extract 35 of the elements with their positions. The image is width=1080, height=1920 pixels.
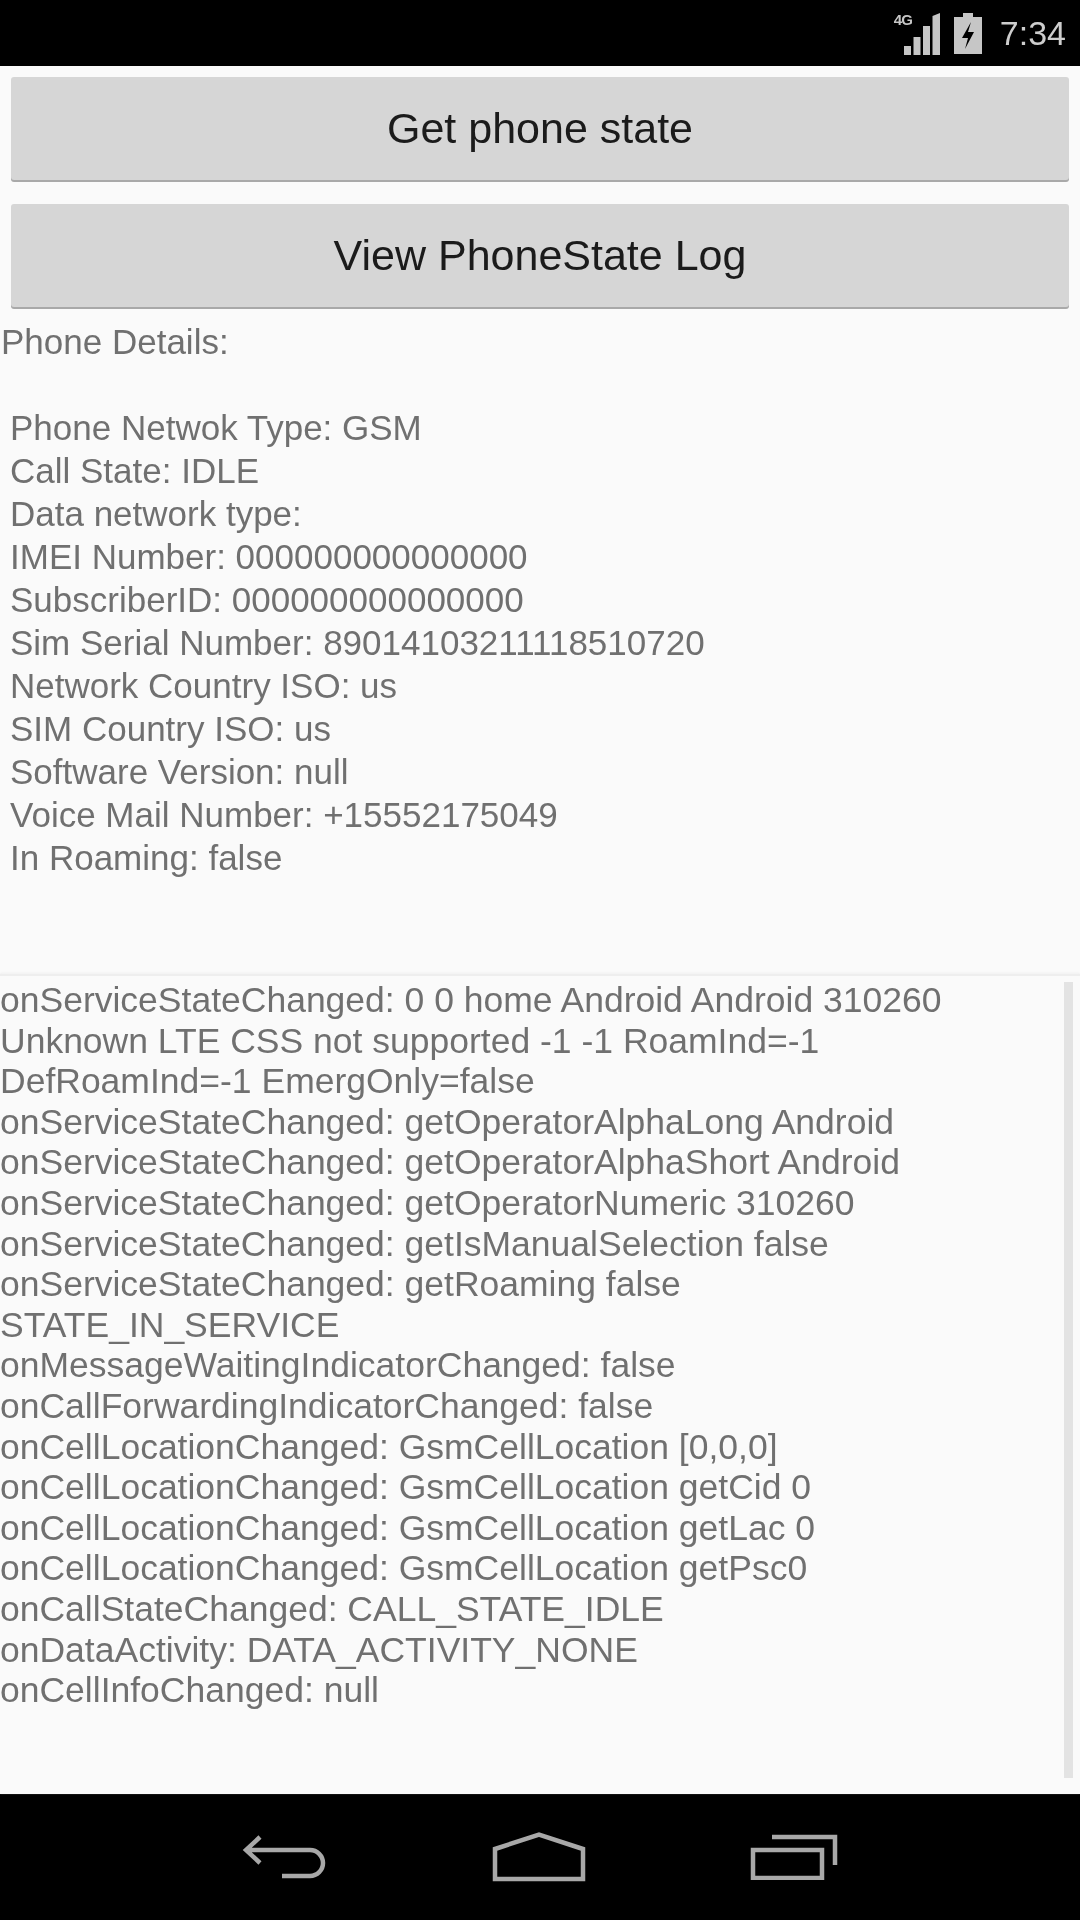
back-icon[interactable] — [242, 1834, 328, 1880]
home-icon[interactable] — [492, 1832, 586, 1882]
log-entry: STATE_IN_SERVICE — [0, 1304, 340, 1346]
detail-line: Network Country ISO: us — [9, 665, 398, 707]
detail-line: In Roaming: false — [9, 837, 283, 879]
detail-line: Call State: IDLE — [9, 450, 259, 492]
details-heading: Phone Details: — [0, 321, 229, 363]
log-entry: onCallStateChanged: CALL_STATE_IDLE — [0, 1588, 664, 1630]
battery-charging-icon — [953, 12, 982, 54]
detail-line: Phone Netwok Type: GSM — [9, 407, 422, 449]
log-entry: onCellLocationChanged: GsmCellLocation getCid 0 — [0, 1467, 812, 1508]
log-entry: onMessageWaitingIndicatorChanged: false — [0, 1345, 676, 1386]
detail-line: SubscriberID: 000000000000000 — [9, 579, 524, 621]
log-entry: onServiceStateChanged: getIsManualSelection false — [0, 1223, 829, 1265]
network-type-label: 4G — [893, 12, 912, 28]
detail-line: Sim Serial Number: 89014103211118510720 — [9, 622, 705, 664]
log-entry: onServiceStateChanged: getRoaming false — [0, 1264, 681, 1305]
detail-line: SIM Country ISO: us — [9, 708, 331, 750]
log-entry: onCellLocationChanged: GsmCellLocation getLac 0 — [0, 1507, 816, 1549]
log-entry: onCallForwardingIndicatorChanged: false — [0, 1385, 654, 1427]
action-button[interactable]: Get phone state — [11, 77, 1069, 180]
action-button[interactable]: View PhoneState Log — [11, 204, 1069, 307]
log-entry: onServiceStateChanged: getOperatorAlphaShort Android — [0, 1142, 900, 1183]
log-entry: onServiceStateChanged: getOperatorNumeric 310260 — [0, 1182, 855, 1224]
recent-apps-icon[interactable] — [750, 1834, 838, 1880]
log-entry: onCellLocationChanged: GsmCellLocation [0,0,0] — [0, 1426, 778, 1468]
log-entry: onServiceStateChanged: getOperatorAlphaLong Android — [0, 1101, 895, 1143]
detail-line: Software Version: null — [9, 751, 349, 793]
detail-line: Data network type: — [9, 493, 302, 535]
detail-line: IMEI Number: 000000000000000 — [9, 536, 528, 578]
detail-line: Voice Mail Number: +15552175049 — [9, 794, 558, 836]
log-entry: onCellInfoChanged: null — [0, 1670, 379, 1711]
clock-time: 7:34 — [999, 13, 1066, 53]
log-entry: onDataActivity: DATA_ACTIVITY_NONE — [0, 1629, 638, 1671]
log-entry: onCellLocationChanged: GsmCellLocation getPsc0 — [0, 1548, 808, 1589]
